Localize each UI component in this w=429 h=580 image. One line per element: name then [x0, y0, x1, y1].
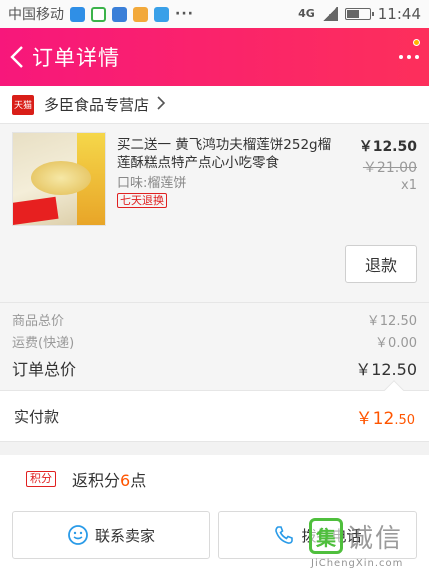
product-title[interactable]: 买二送一 黄飞鸿功夫榴莲饼252g榴莲酥糕点特产点心小吃零食	[117, 136, 332, 172]
paid-value: ￥12.50	[355, 408, 415, 429]
product-image[interactable]	[12, 132, 106, 226]
battery-icon	[344, 8, 374, 20]
back-arrow-icon[interactable]	[2, 28, 32, 86]
action-bar: 联系卖家 拨打电话 集 诚信 JiChengXin.com	[0, 503, 429, 580]
app-notification-icon	[70, 6, 85, 22]
tmall-logo-icon: 天猫	[12, 94, 34, 115]
paid-amount-row: 实付款 ￥12.50	[0, 380, 429, 442]
signal-icon	[321, 7, 338, 21]
store-row[interactable]: 天猫 多臣食品专营店	[0, 86, 429, 124]
store-name[interactable]: 多臣食品专营店	[44, 94, 149, 115]
order-total-row: 订单总价 ￥12.50	[12, 354, 417, 382]
goods-total-row: 商品总价 ￥12.50	[12, 308, 417, 330]
clock: 11:44	[377, 5, 421, 23]
app-notification-icon	[133, 6, 148, 22]
chat-icon	[154, 6, 169, 22]
product-original-price: ￥21.00	[362, 160, 417, 176]
shield-icon	[112, 6, 127, 22]
page-title: 订单详情	[32, 46, 120, 70]
status-bar: 中国移动 ··· 4G 11:44	[0, 0, 429, 28]
return-policy-badge: 七天退换	[117, 193, 167, 208]
product-quantity: x1	[401, 178, 417, 193]
app-notification-icon	[91, 6, 106, 22]
shipping-value: ￥0.00	[375, 335, 417, 351]
refund-button[interactable]: 退款	[345, 245, 417, 283]
product-item[interactable]: 买二送一 黄飞鸿功夫榴莲饼252g榴莲酥糕点特产点心小吃零食 口味:榴莲饼 七天…	[0, 124, 429, 302]
order-summary: 商品总价 ￥12.50 运费(快递) ￥0.00 订单总价 ￥12.50	[0, 302, 429, 390]
goods-total-value: ￥12.50	[366, 313, 417, 329]
order-total-value: ￥12.50	[355, 360, 417, 379]
notification-dot	[413, 39, 420, 46]
goods-total-label: 商品总价	[12, 313, 65, 329]
points-row: 积分 返积分6点	[0, 455, 429, 503]
more-menu-button[interactable]	[389, 28, 429, 86]
points-badge: 积分	[26, 471, 56, 487]
order-total-label: 订单总价	[12, 360, 77, 379]
title-bar: 订单详情	[0, 28, 429, 86]
phone-icon	[275, 526, 294, 544]
paid-label: 实付款	[14, 407, 60, 426]
chat-smile-icon	[68, 525, 88, 545]
shipping-label: 运费(快递)	[12, 335, 75, 351]
points-text: 返积分6点	[72, 471, 147, 490]
call-seller-button[interactable]: 拨打电话	[218, 511, 417, 559]
more-notifications-icon: ···	[175, 6, 194, 22]
shipping-row: 运费(快递) ￥0.00	[12, 330, 417, 352]
carrier-name: 中国移动	[8, 7, 64, 23]
contact-seller-button[interactable]: 联系卖家	[12, 511, 210, 559]
more-dots-icon	[399, 55, 419, 59]
product-attribute: 口味:榴莲饼	[117, 176, 187, 191]
chevron-right-icon	[157, 95, 166, 114]
network-type: 4G	[298, 7, 315, 20]
product-price: ￥12.50	[358, 139, 417, 155]
